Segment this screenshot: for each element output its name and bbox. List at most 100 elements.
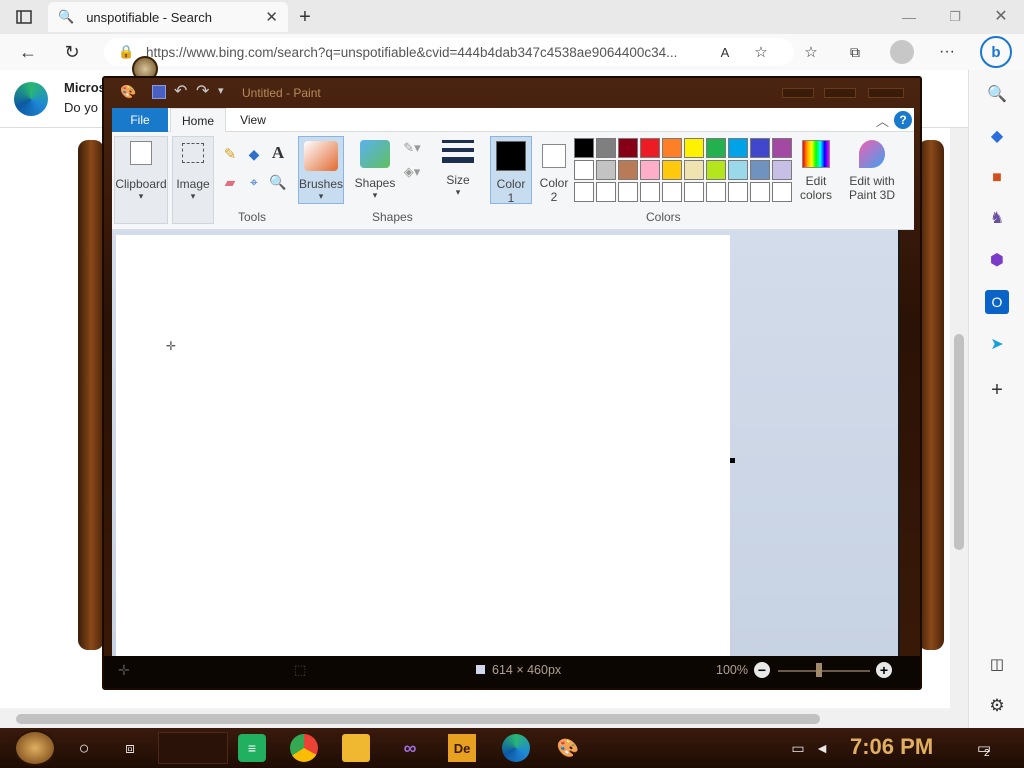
help-icon[interactable]: ? bbox=[894, 111, 912, 129]
save-icon[interactable] bbox=[152, 85, 166, 99]
outlook-icon[interactable]: O bbox=[985, 290, 1009, 314]
page-horizontal-scrollbar[interactable] bbox=[0, 710, 968, 728]
paint-taskbar-icon[interactable]: 🎨 bbox=[554, 734, 582, 762]
read-aloud-icon[interactable]: A bbox=[714, 42, 736, 62]
split-screen-icon[interactable]: ◫ bbox=[985, 652, 1009, 676]
outline-icon[interactable]: ✎▾ bbox=[400, 138, 424, 158]
start-button[interactable] bbox=[14, 730, 56, 766]
shopping-tag-icon[interactable]: ◆ bbox=[985, 124, 1009, 148]
palette-color-swatch[interactable] bbox=[596, 138, 616, 158]
collections-icon[interactable]: ⧉ bbox=[844, 42, 866, 62]
edit-paint3d-button[interactable]: Edit with Paint 3D bbox=[844, 136, 900, 208]
maximize-button[interactable] bbox=[824, 88, 856, 98]
palette-color-swatch[interactable] bbox=[750, 138, 770, 158]
color1-button[interactable]: Color 1 bbox=[490, 136, 532, 205]
palette-color-swatch[interactable] bbox=[684, 182, 704, 202]
scrollbar-thumb[interactable] bbox=[954, 334, 964, 550]
palette-color-swatch[interactable] bbox=[772, 138, 792, 158]
collapse-ribbon-icon[interactable]: ︿ bbox=[876, 111, 889, 130]
redo-icon[interactable]: ↷ bbox=[196, 81, 209, 101]
zoom-out-button[interactable]: − bbox=[754, 662, 770, 678]
minimize-button[interactable] bbox=[782, 88, 814, 98]
size-button[interactable]: Size ▾ bbox=[438, 138, 478, 208]
notes-app-icon[interactable]: ≡ bbox=[238, 734, 266, 762]
file-explorer-icon[interactable] bbox=[342, 734, 370, 762]
palette-color-swatch[interactable] bbox=[750, 182, 770, 202]
edge-taskbar-icon[interactable] bbox=[502, 734, 530, 762]
tab-view[interactable]: View bbox=[228, 108, 278, 132]
palette-color-swatch[interactable] bbox=[574, 138, 594, 158]
palette-color-swatch[interactable] bbox=[640, 138, 660, 158]
fill-bucket-icon[interactable]: ◆ bbox=[244, 144, 264, 164]
zoom-slider-thumb[interactable] bbox=[816, 663, 822, 677]
palette-color-swatch[interactable] bbox=[728, 138, 748, 158]
clock-time[interactable]: 7:06 PM bbox=[850, 734, 933, 760]
text-icon[interactable]: A bbox=[268, 142, 288, 164]
refresh-icon[interactable]: ↻ bbox=[60, 40, 84, 64]
tab-file[interactable]: File bbox=[112, 108, 168, 132]
add-icon[interactable]: + bbox=[985, 378, 1009, 402]
palette-color-swatch[interactable] bbox=[662, 138, 682, 158]
deskpins-app-icon[interactable]: De bbox=[448, 734, 476, 762]
palette-color-swatch[interactable] bbox=[772, 182, 792, 202]
palette-color-swatch[interactable] bbox=[706, 138, 726, 158]
palette-color-swatch[interactable] bbox=[772, 160, 792, 180]
shapes-button[interactable]: Shapes ▾ bbox=[352, 136, 398, 206]
canvas-resize-handle[interactable] bbox=[730, 458, 735, 463]
pencil-icon[interactable]: ✎ bbox=[220, 144, 240, 164]
favorites-icon[interactable]: ☆ bbox=[800, 42, 822, 62]
search-circle-icon[interactable]: ○ bbox=[70, 734, 98, 762]
brushes-button[interactable]: Brushes ▾ bbox=[298, 136, 344, 204]
palette-color-swatch[interactable] bbox=[728, 160, 748, 180]
close-tab-icon[interactable]: ✕ bbox=[265, 8, 278, 26]
color-picker-icon[interactable]: ⌖ bbox=[244, 172, 264, 192]
page-vertical-scrollbar[interactable] bbox=[950, 128, 968, 710]
palette-color-swatch[interactable] bbox=[618, 182, 638, 202]
clipboard-button[interactable]: Clipboard ▾ bbox=[114, 136, 168, 224]
palette-color-swatch[interactable] bbox=[684, 138, 704, 158]
tab-bing-search[interactable]: 🔍 unspotifiable - Search ✕ bbox=[48, 2, 288, 32]
canvas-scrollbar[interactable] bbox=[898, 230, 900, 656]
microsoft365-icon[interactable]: ⬢ bbox=[985, 248, 1009, 272]
bing-chat-icon[interactable]: b bbox=[980, 36, 1012, 68]
scrollbar-thumb[interactable] bbox=[16, 714, 820, 724]
visual-studio-icon[interactable]: ∞ bbox=[396, 734, 424, 762]
tab-home[interactable]: Home bbox=[170, 108, 226, 133]
magnifier-icon[interactable]: 🔍 bbox=[268, 172, 288, 192]
color2-button[interactable]: Color 2 bbox=[536, 136, 572, 204]
zoom-in-button[interactable]: + bbox=[876, 662, 892, 678]
settings-icon[interactable]: ⚙ bbox=[985, 694, 1009, 718]
quick-access-dropdown-icon[interactable]: ▾ bbox=[218, 84, 224, 97]
games-icon[interactable]: ♞ bbox=[985, 206, 1009, 230]
undo-icon[interactable]: ↶ bbox=[174, 81, 187, 101]
new-tab-icon[interactable]: + bbox=[294, 6, 316, 28]
palette-color-swatch[interactable] bbox=[750, 160, 770, 180]
back-arrow-icon[interactable]: ← bbox=[16, 40, 40, 64]
palette-color-swatch[interactable] bbox=[728, 182, 748, 202]
palette-color-swatch[interactable] bbox=[574, 160, 594, 180]
palette-color-swatch[interactable] bbox=[640, 182, 660, 202]
restore-icon[interactable]: ❐ bbox=[944, 8, 966, 26]
palette-color-swatch[interactable] bbox=[596, 160, 616, 180]
profile-avatar[interactable] bbox=[890, 40, 914, 64]
palette-color-swatch[interactable] bbox=[618, 160, 638, 180]
tab-actions-icon[interactable] bbox=[12, 6, 36, 28]
zoom-slider[interactable] bbox=[778, 670, 870, 672]
minimize-icon[interactable]: — bbox=[898, 8, 920, 26]
palette-color-swatch[interactable] bbox=[662, 182, 682, 202]
palette-color-swatch[interactable] bbox=[662, 160, 682, 180]
close-window-icon[interactable]: ✕ bbox=[990, 6, 1012, 26]
fill-icon[interactable]: ◈▾ bbox=[400, 162, 424, 182]
palette-color-swatch[interactable] bbox=[574, 182, 594, 202]
tools-icon[interactable]: ■ bbox=[985, 166, 1009, 190]
palette-color-swatch[interactable] bbox=[706, 160, 726, 180]
task-view-icon[interactable]: ⧈ bbox=[116, 734, 144, 762]
search-icon[interactable]: 🔍 bbox=[985, 82, 1009, 106]
volume-muted-icon[interactable]: ◄ bbox=[808, 734, 836, 762]
close-button[interactable] bbox=[868, 88, 904, 98]
palette-color-swatch[interactable] bbox=[596, 182, 616, 202]
palette-color-swatch[interactable] bbox=[640, 160, 660, 180]
address-bar-input[interactable]: 🔒 https://www.bing.com/search?q=unspotif… bbox=[104, 38, 794, 66]
chrome-icon[interactable] bbox=[290, 734, 318, 762]
palette-color-swatch[interactable] bbox=[684, 160, 704, 180]
